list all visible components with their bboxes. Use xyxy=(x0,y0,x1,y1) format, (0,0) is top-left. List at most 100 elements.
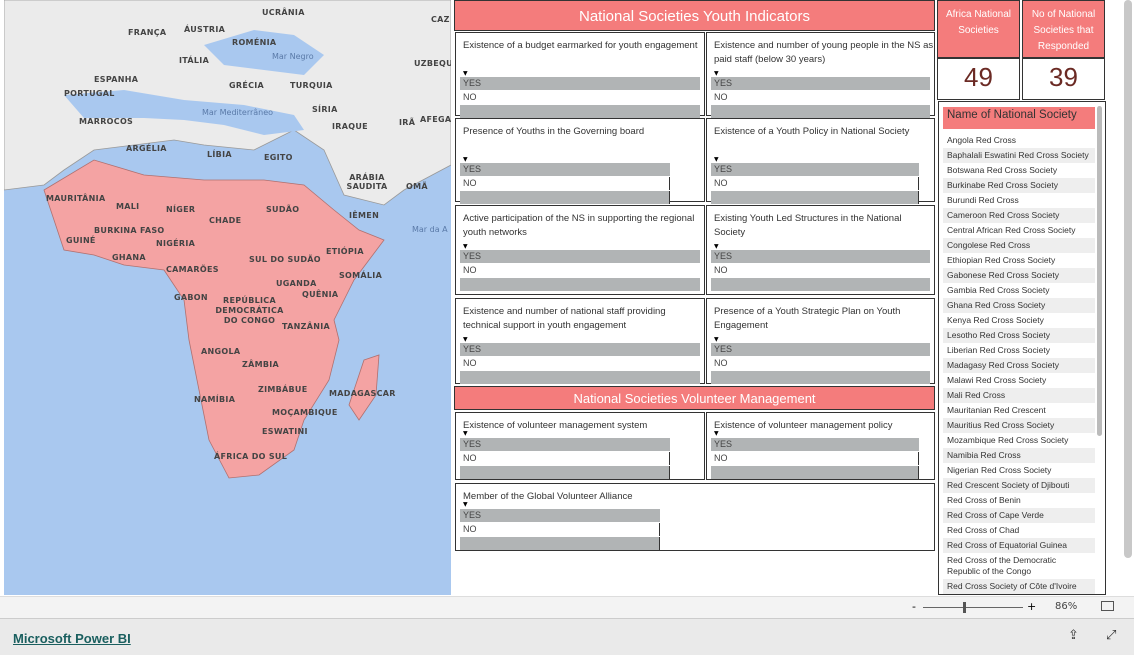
option-blank[interactable] xyxy=(711,105,930,118)
slicer-item[interactable]: Mozambique Red Cross Society xyxy=(943,433,1095,448)
sea-label: Mar Mediterrâneo xyxy=(202,108,274,117)
slicer-item[interactable]: Red Cross of the Democratic Republic of … xyxy=(943,553,1095,579)
indicator-card: Existing Youth Led Structures in the Nat… xyxy=(706,205,935,295)
slicer-item[interactable]: Angola Red Cross xyxy=(943,133,1095,148)
slicer-item[interactable]: Liberian Red Cross Society xyxy=(943,343,1095,358)
option-blank[interactable] xyxy=(711,371,930,384)
slicer-item[interactable]: Red Cross Society of Côte d'Ivoire xyxy=(943,579,1095,594)
slicer-item[interactable]: Red Cross of Equatorial Guinea xyxy=(943,538,1095,553)
fullscreen-icon[interactable]: ⤢ xyxy=(1106,628,1116,643)
option-no[interactable]: NO xyxy=(711,264,930,277)
slicer-item[interactable]: Burkinabe Red Cross Society xyxy=(943,178,1095,193)
map-label: NÍGER xyxy=(166,205,196,214)
slicer-scrollbar[interactable] xyxy=(1097,106,1102,436)
option-no[interactable]: NO xyxy=(711,91,930,104)
option-blank[interactable] xyxy=(460,105,700,118)
option-no[interactable]: NO xyxy=(711,452,919,465)
option-yes[interactable]: YES xyxy=(711,250,930,263)
slicer-item[interactable]: Red Crescent Society of Djibouti xyxy=(943,478,1095,493)
option-blank[interactable] xyxy=(460,537,660,550)
zoom-slider[interactable] xyxy=(923,607,1023,608)
option-yes[interactable]: YES xyxy=(460,250,700,263)
option-yes[interactable]: YES xyxy=(460,77,700,90)
option-no[interactable]: NO xyxy=(460,452,670,465)
slicer-item[interactable]: Central African Red Cross Society xyxy=(943,223,1095,238)
slicer-item[interactable]: Lesotho Red Cross Society xyxy=(943,328,1095,343)
option-blank[interactable] xyxy=(460,466,670,479)
slicer-item[interactable]: Red Cross of Benin xyxy=(943,493,1095,508)
dropdown-arrow-icon[interactable]: ▼ xyxy=(714,156,719,163)
slicer-item[interactable]: Malawi Red Cross Society xyxy=(943,373,1095,388)
option-no[interactable]: NO xyxy=(460,91,700,104)
option-yes[interactable]: YES xyxy=(711,343,930,356)
option-yes[interactable]: YES xyxy=(711,77,930,90)
option-no[interactable]: NO xyxy=(460,357,700,370)
slicer-item[interactable]: Baphalali Eswatini Red Cross Society xyxy=(943,148,1095,163)
option-yes[interactable]: YES xyxy=(711,438,919,451)
dropdown-arrow-icon[interactable]: ▼ xyxy=(463,336,468,343)
dropdown-arrow-icon[interactable]: ▼ xyxy=(714,243,719,250)
share-icon[interactable]: ⇪ xyxy=(1068,628,1079,643)
option-yes[interactable]: YES xyxy=(460,163,670,176)
dropdown-arrow-icon[interactable]: ▼ xyxy=(463,156,468,163)
option-blank[interactable] xyxy=(460,278,700,291)
option-blank[interactable] xyxy=(711,466,919,479)
dropdown-arrow-icon[interactable]: ▼ xyxy=(714,70,719,77)
kpi-africa-value: 49 xyxy=(937,58,1020,100)
slicer-item[interactable]: Madagasy Red Cross Society xyxy=(943,358,1095,373)
youth-indicators-header: National Societies Youth Indicators xyxy=(454,0,935,31)
slicer-item[interactable]: Mauritius Red Cross Society xyxy=(943,418,1095,433)
option-blank[interactable] xyxy=(460,371,700,384)
dropdown-arrow-icon[interactable]: ▼ xyxy=(463,243,468,250)
slicer-item[interactable]: Ethiopian Red Cross Society xyxy=(943,253,1095,268)
slicer-item[interactable]: Mauritanian Red Crescent xyxy=(943,403,1095,418)
fit-to-page-icon[interactable] xyxy=(1101,601,1114,611)
dropdown-arrow-icon[interactable]: ▼ xyxy=(463,501,468,508)
option-no[interactable]: NO xyxy=(460,523,660,536)
option-yes[interactable]: YES xyxy=(460,438,670,451)
map-label: MADAGASCAR xyxy=(329,389,396,398)
slicer-item[interactable]: Gambia Red Cross Society xyxy=(943,283,1095,298)
option-no[interactable]: NO xyxy=(460,264,700,277)
slicer-item[interactable]: Ghana Red Cross Society xyxy=(943,298,1095,313)
card-question: Presence of Youths in the Governing boar… xyxy=(463,126,645,137)
option-yes[interactable]: YES xyxy=(460,509,660,522)
slicer-item[interactable]: Cameroon Red Cross Society xyxy=(943,208,1095,223)
national-society-slicer[interactable]: Name of National Society Angola Red Cros… xyxy=(938,101,1106,595)
option-no[interactable]: NO xyxy=(460,177,670,190)
zoom-slider-handle[interactable] xyxy=(963,602,966,613)
option-blank[interactable] xyxy=(711,278,930,291)
slicer-item[interactable]: Burundi Red Cross xyxy=(943,193,1095,208)
indicator-card: Existence of a budget earmarked for yout… xyxy=(455,32,705,118)
slicer-item[interactable]: Namibia Red Cross xyxy=(943,448,1095,463)
dropdown-arrow-icon[interactable]: ▼ xyxy=(463,70,468,77)
option-yes[interactable]: YES xyxy=(460,343,700,356)
slicer-item[interactable]: Mali Red Cross xyxy=(943,388,1095,403)
dropdown-arrow-icon[interactable]: ▼ xyxy=(714,336,719,343)
map-label: ÁFRICA DO SUL xyxy=(214,452,288,461)
slicer-item[interactable]: Botswana Red Cross Society xyxy=(943,163,1095,178)
option-blank[interactable] xyxy=(460,191,670,204)
option-no[interactable]: NO xyxy=(711,357,930,370)
slicer-item[interactable]: Congolese Red Cross xyxy=(943,238,1095,253)
power-bi-link[interactable]: Microsoft Power BI xyxy=(13,631,131,646)
option-yes[interactable]: YES xyxy=(711,163,919,176)
indicator-card: Existence of volunteer management policy… xyxy=(706,412,935,480)
option-no[interactable]: NO xyxy=(711,177,919,190)
slicer-item[interactable]: Kenya Red Cross Society xyxy=(943,313,1095,328)
zoom-out-button[interactable]: - xyxy=(912,600,916,613)
africa-map[interactable]: UCRÂNIA FRANÇA ÁUSTRIA ROMÉNIA ITÁLIA ES… xyxy=(4,0,451,595)
slicer-item[interactable]: Nigerian Red Cross Society xyxy=(943,463,1095,478)
slicer-item[interactable]: Red Cross of Chad xyxy=(943,523,1095,538)
card-question: Existence and number of young people in … xyxy=(714,40,934,65)
dropdown-arrow-icon[interactable]: ▼ xyxy=(463,430,468,437)
map-label: REPÚBLICA DEMOCRÁTICA DO CONGO xyxy=(215,296,284,325)
sea-label: Mar da A xyxy=(412,225,448,234)
slicer-item[interactable]: Red Cross of Cape Verde xyxy=(943,508,1095,523)
dropdown-arrow-icon[interactable]: ▼ xyxy=(714,430,719,437)
option-blank[interactable] xyxy=(711,191,919,204)
indicator-card: Presence of a Youth Strategic Plan on Yo… xyxy=(706,298,935,384)
page-scrollbar[interactable] xyxy=(1124,0,1132,558)
slicer-item[interactable]: Gabonese Red Cross Society xyxy=(943,268,1095,283)
zoom-in-button[interactable]: + xyxy=(1027,600,1036,613)
